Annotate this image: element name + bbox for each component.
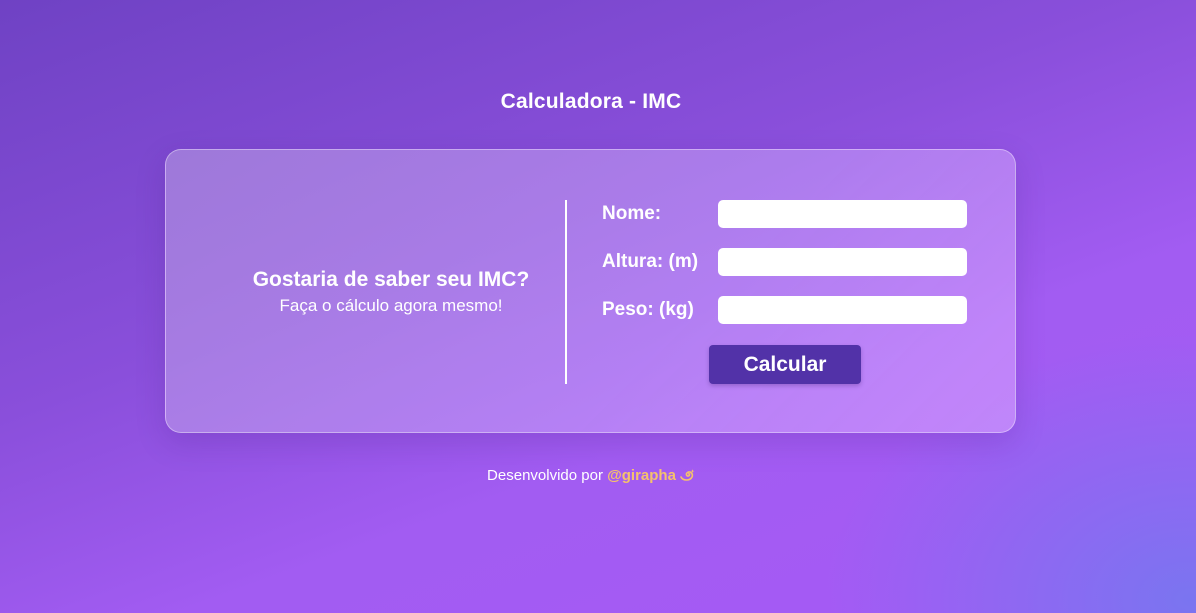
author-link[interactable]: @girapha: [607, 467, 676, 484]
footer: Desenvolvido por @girapha: [0, 467, 1182, 485]
footer-prefix: Desenvolvido por: [487, 467, 603, 484]
intro-heading: Gostaria de saber seu IMC?: [252, 268, 530, 291]
nome-label: Nome:: [602, 203, 662, 224]
form-row-altura: Altura: (m): [602, 248, 967, 276]
vertical-divider: [565, 200, 567, 384]
altura-input[interactable]: [718, 248, 967, 276]
nome-input[interactable]: [718, 200, 967, 228]
altura-label: Altura: (m): [602, 251, 699, 272]
form-row-nome: Nome:: [602, 200, 967, 228]
page-title: Calculadora - IMC: [500, 90, 682, 113]
intro-subheading: Faça o cálculo agora mesmo!: [279, 296, 503, 315]
calcular-button[interactable]: Calcular: [709, 345, 861, 384]
intro-section: Gostaria de saber seu IMC? Faça o cálcul…: [206, 267, 576, 317]
dizzy-icon: [679, 467, 695, 485]
form-row-peso: Peso: (kg): [602, 296, 967, 324]
peso-input[interactable]: [718, 296, 967, 324]
peso-label: Peso: (kg): [602, 299, 694, 320]
imc-card: Gostaria de saber seu IMC? Faça o cálcul…: [165, 149, 1016, 433]
